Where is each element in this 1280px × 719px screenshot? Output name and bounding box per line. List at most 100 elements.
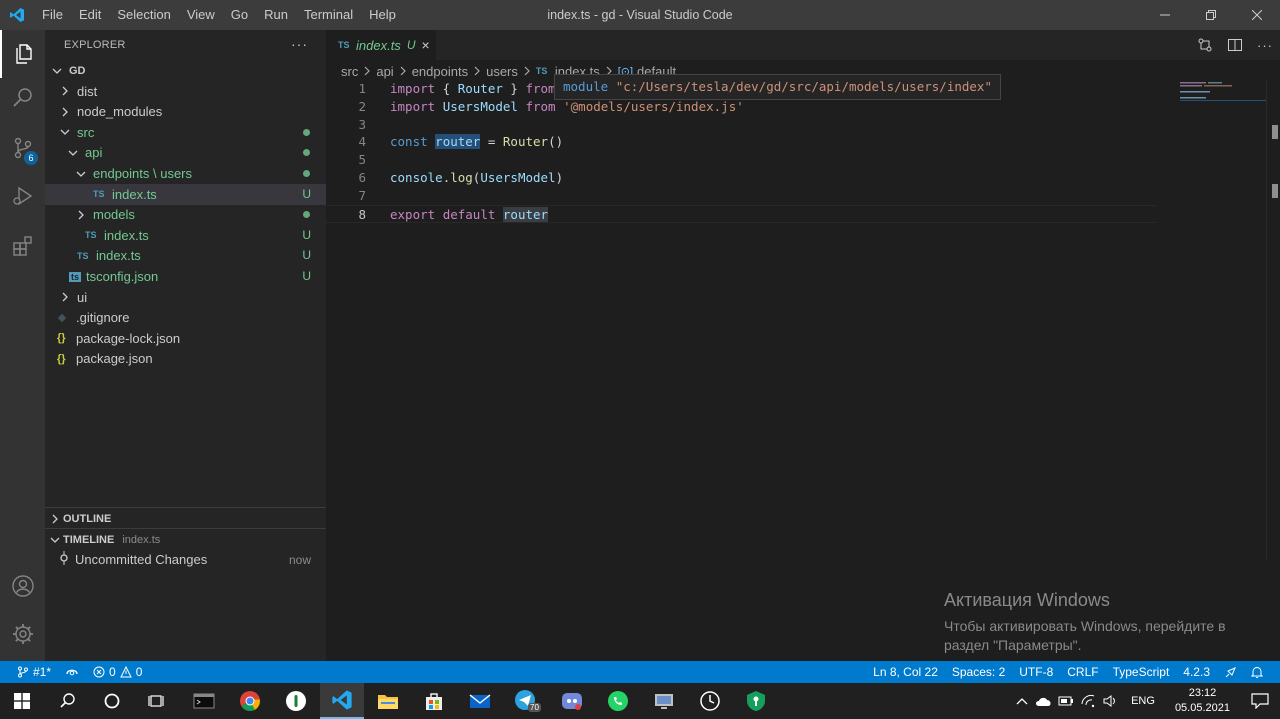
manage-gear-icon[interactable] (0, 610, 45, 658)
notifications-bell-icon[interactable] (1244, 666, 1270, 679)
code-line[interactable]: 4 const router = Router() (326, 133, 1156, 151)
tab-close-icon[interactable]: × (421, 37, 429, 53)
telegram-icon[interactable]: 70 (504, 683, 548, 719)
menu-run[interactable]: Run (256, 0, 296, 30)
notification-center-icon[interactable] (1240, 693, 1280, 709)
code-line[interactable]: 7 (326, 187, 1156, 205)
security-shield-icon[interactable] (734, 683, 778, 719)
more-actions-icon[interactable]: ··· (1250, 30, 1280, 60)
tree-item-package-lock-json[interactable]: {} package-lock.json (45, 328, 326, 349)
accounts-icon[interactable] (0, 562, 45, 610)
menu-selection[interactable]: Selection (109, 0, 178, 30)
git-branch-status[interactable]: #1* (10, 661, 58, 683)
typescript-version[interactable]: 4.2.3 (1176, 661, 1217, 683)
discord-icon[interactable] (550, 683, 594, 719)
source-control-icon[interactable]: 6 (0, 124, 45, 172)
clock-app-icon[interactable] (688, 683, 732, 719)
run-debug-icon[interactable] (0, 172, 45, 220)
typescript-file-icon: TS (93, 189, 105, 200)
show-hidden-icons-chevron-icon[interactable] (1011, 697, 1033, 705)
chrome-icon[interactable] (228, 683, 272, 719)
breadcrumb-item[interactable]: endpoints (412, 64, 468, 79)
code-line[interactable]: 3 (326, 116, 1156, 134)
chevron-right-icon (57, 86, 73, 96)
volume-icon[interactable] (1099, 694, 1121, 708)
menu-file[interactable]: File (34, 0, 71, 30)
tree-item-api[interactable]: api (45, 142, 326, 163)
remote-desktop-icon[interactable] (642, 683, 686, 719)
language-mode[interactable]: TypeScript (1106, 661, 1177, 683)
breadcrumb-item[interactable]: api (376, 64, 393, 79)
open-changes-icon[interactable] (1190, 30, 1220, 60)
encoding[interactable]: UTF-8 (1012, 661, 1060, 683)
start-windows-icon[interactable] (0, 683, 44, 719)
outline-panel-header[interactable]: OUTLINE (45, 507, 326, 529)
breadcrumb-item[interactable]: src (341, 64, 358, 79)
explorer-icon[interactable] (0, 30, 45, 78)
tree-item-label: package.json (76, 351, 153, 367)
code-line[interactable]: 2 import UsersModel from '@models/users/i… (326, 98, 1156, 116)
search-icon[interactable] (0, 74, 45, 122)
tree-item-index-ts[interactable]: TS index.ts U (45, 183, 326, 205)
tree-item-package-json[interactable]: {} package.json (45, 348, 326, 369)
tree-item-index-ts[interactable]: TS index.ts U (45, 245, 326, 266)
code-line[interactable]: 5 (326, 151, 1156, 169)
menu-terminal[interactable]: Terminal (296, 0, 361, 30)
minimize-button[interactable] (1142, 0, 1188, 30)
tree-item-endpoints-users[interactable]: endpoints \ users (45, 163, 326, 184)
battery-icon[interactable] (1055, 695, 1077, 707)
taskbar-clock[interactable]: 23:12 05.05.2021 (1175, 686, 1230, 716)
line-number: 7 (358, 187, 366, 203)
extensions-icon[interactable] (0, 222, 45, 270)
whatsapp-icon[interactable] (596, 683, 640, 719)
menu-help[interactable]: Help (361, 0, 404, 30)
file-explorer-icon[interactable] (366, 683, 410, 719)
indentation[interactable]: Spaces: 2 (945, 661, 1012, 683)
vscode-taskbar-icon[interactable] (320, 683, 364, 719)
line-endings[interactable]: CRLF (1060, 661, 1105, 683)
timeline-panel-header[interactable]: TIMELINE index.ts (45, 528, 326, 550)
split-editor-icon[interactable] (1220, 30, 1250, 60)
code-token: console (390, 170, 443, 185)
tree-item-tsconfig-json[interactable]: ts tsconfig.json U (45, 266, 326, 287)
code-line[interactable]: 6 console.log(UsersModel) (326, 169, 1156, 187)
tree-item-index-ts[interactable]: TS index.ts U (45, 225, 326, 246)
sync-status[interactable] (58, 666, 86, 678)
tree-item-ui[interactable]: ui (45, 287, 326, 308)
code-token: log (450, 170, 473, 185)
cursor-position[interactable]: Ln 8, Col 22 (866, 661, 945, 683)
cortana-icon[interactable] (90, 683, 134, 719)
tree-item-src[interactable]: src (45, 122, 326, 143)
menu-edit[interactable]: Edit (71, 0, 109, 30)
editor-scrollbar[interactable] (1266, 80, 1280, 560)
input-language[interactable]: ENG (1131, 695, 1155, 707)
restore-button[interactable] (1188, 0, 1234, 30)
typescript-file-icon: TS (85, 230, 97, 241)
tree-item-label: index.ts (104, 227, 149, 243)
search-icon[interactable] (46, 683, 90, 719)
close-window-button[interactable] (1234, 0, 1280, 30)
onedrive-cloud-icon[interactable] (1033, 695, 1055, 707)
terminal-app-icon[interactable] (182, 683, 226, 719)
breadcrumb-item[interactable]: users (486, 64, 518, 79)
more-actions-icon[interactable]: ··· (291, 36, 308, 52)
code-token: export (390, 206, 436, 222)
mail-icon[interactable] (458, 683, 502, 719)
code-line[interactable]: 8 export default router (326, 204, 1156, 223)
minimap[interactable] (1166, 80, 1280, 110)
tree-item-node-modules[interactable]: node_modules (45, 101, 326, 122)
tree-item-gd[interactable]: GD (45, 60, 326, 81)
menu-go[interactable]: Go (223, 0, 256, 30)
store-icon[interactable] (412, 683, 456, 719)
app-circle-icon[interactable] (274, 683, 318, 719)
feedback-icon[interactable] (1217, 666, 1244, 679)
menu-view[interactable]: View (179, 0, 223, 30)
wifi-icon[interactable] (1077, 694, 1099, 708)
tree-item-dist[interactable]: dist (45, 81, 326, 102)
timeline-item[interactable]: Uncommitted Changes now (45, 549, 326, 570)
task-view-icon[interactable] (135, 683, 179, 719)
tree-item-models[interactable]: models (45, 204, 326, 225)
problems-status[interactable]: 0 0 (86, 661, 149, 683)
tab-index-ts[interactable]: TS index.ts U × (326, 30, 436, 60)
tree-item--gitignore[interactable]: .gitignore (45, 307, 326, 328)
